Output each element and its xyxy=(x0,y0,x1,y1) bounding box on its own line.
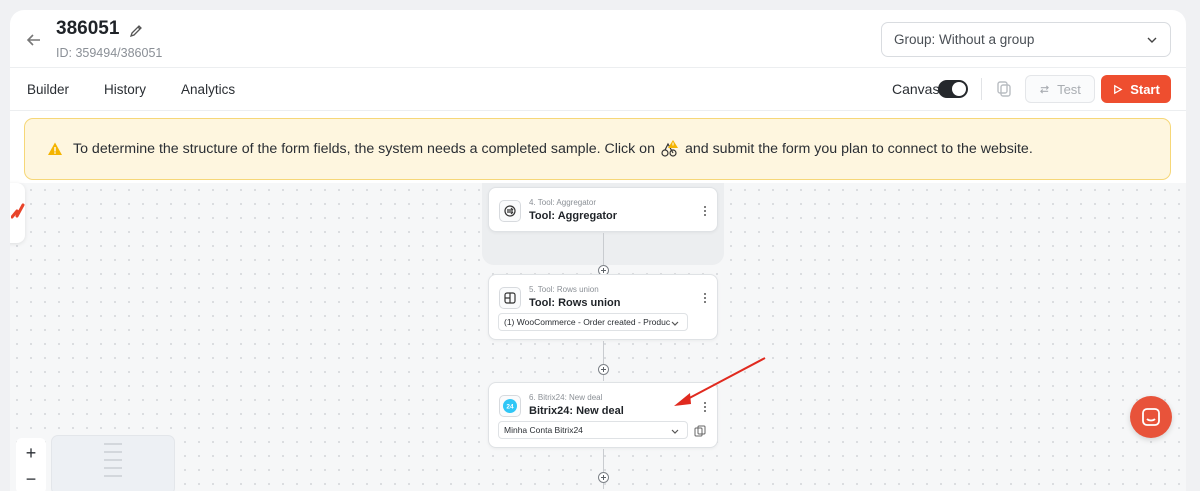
back-arrow-icon[interactable] xyxy=(24,30,44,50)
add-step-button[interactable] xyxy=(598,364,609,375)
minimap-node xyxy=(104,459,122,461)
start-label: Start xyxy=(1130,81,1160,97)
zoom-in-button[interactable]: + xyxy=(16,441,46,465)
divider xyxy=(981,78,982,100)
zoom-controls: + − xyxy=(16,438,46,491)
more-vertical-icon[interactable] xyxy=(703,292,707,304)
minimap-node xyxy=(104,451,122,453)
connection-select-value: Minha Conta Bitrix24 xyxy=(504,425,583,435)
info-banner: To determine the structure of the form f… xyxy=(24,118,1171,180)
banner-text-start: To determine the structure of the form f… xyxy=(73,141,655,157)
node-step-label: 4. Tool: Aggregator xyxy=(529,198,597,207)
node-title: Tool: Rows union xyxy=(529,297,621,309)
node-step-label: 5. Tool: Rows union xyxy=(529,285,599,294)
source-select[interactable]: (1) WooCommerce - Order created - Produc xyxy=(498,313,688,331)
aggregator-icon xyxy=(499,200,521,222)
minimap-node xyxy=(104,443,122,445)
node-rows-union[interactable]: 5. Tool: Rows union Tool: Rows union (1)… xyxy=(488,274,718,340)
test-button[interactable]: Test xyxy=(1025,75,1095,103)
more-vertical-icon[interactable] xyxy=(703,205,707,217)
group-select-value: Group: Without a group xyxy=(894,32,1035,47)
chat-icon xyxy=(1142,408,1160,426)
svg-text:24: 24 xyxy=(506,404,514,411)
annotation-arrow xyxy=(674,357,766,406)
banner-text-end: and submit the form you plan to connect … xyxy=(684,141,1033,157)
divider xyxy=(10,110,1186,111)
node-step-label: 6. Bitrix24: New deal xyxy=(529,393,603,402)
tab-analytics[interactable]: Analytics xyxy=(181,82,235,97)
rows-union-icon xyxy=(499,287,521,309)
app-window: 386051 ID: 359494/386051 Group: Without … xyxy=(10,10,1186,491)
copy-icon[interactable] xyxy=(694,425,706,437)
minimap-node xyxy=(104,475,122,477)
chevron-down-icon xyxy=(671,429,679,434)
copy-icon[interactable] xyxy=(994,79,1014,99)
zoom-out-button[interactable]: − xyxy=(16,467,46,491)
pencil-icon[interactable] xyxy=(128,23,144,39)
divider xyxy=(10,67,1186,68)
swap-icon xyxy=(1040,84,1050,94)
webhook-warning-icon xyxy=(661,140,678,157)
tab-history[interactable]: History xyxy=(104,82,146,97)
chevron-down-icon xyxy=(671,321,679,326)
test-label: Test xyxy=(1057,81,1081,97)
page-title: 386051 xyxy=(56,18,120,39)
node-title: Tool: Aggregator xyxy=(529,210,617,222)
chevron-down-icon xyxy=(1147,37,1157,43)
start-button[interactable]: Start xyxy=(1101,75,1171,103)
workflow-canvas[interactable]: 4. Tool: Aggregator Tool: Aggregator 5. … xyxy=(10,183,1186,491)
tab-bar: Builder History Analytics xyxy=(27,82,270,97)
minimap-node xyxy=(104,467,122,469)
connector-line xyxy=(603,449,604,489)
source-select-value: (1) WooCommerce - Order created - Produc xyxy=(504,317,671,327)
brand-logo-icon xyxy=(11,203,25,219)
scenario-header: 386051 ID: 359494/386051 Group: Without … xyxy=(10,10,1186,183)
canvas-toggle[interactable] xyxy=(938,80,968,98)
node-aggregator[interactable]: 4. Tool: Aggregator Tool: Aggregator xyxy=(488,187,718,232)
play-icon xyxy=(1114,84,1123,94)
add-step-button[interactable] xyxy=(598,472,609,483)
bitrix24-icon: 24 xyxy=(499,395,521,417)
canvas-label: Canvas xyxy=(892,81,940,97)
scenario-id: ID: 359494/386051 xyxy=(56,46,163,60)
warning-icon xyxy=(48,142,62,155)
logo-tab[interactable] xyxy=(10,183,25,243)
chat-button[interactable] xyxy=(1130,396,1172,438)
tab-builder[interactable]: Builder xyxy=(27,82,69,97)
group-select[interactable]: Group: Without a group xyxy=(881,22,1171,57)
node-title: Bitrix24: New deal xyxy=(529,405,624,417)
connection-select[interactable]: Minha Conta Bitrix24 xyxy=(498,421,688,439)
minimap[interactable] xyxy=(51,435,175,491)
connector-line xyxy=(603,341,604,381)
